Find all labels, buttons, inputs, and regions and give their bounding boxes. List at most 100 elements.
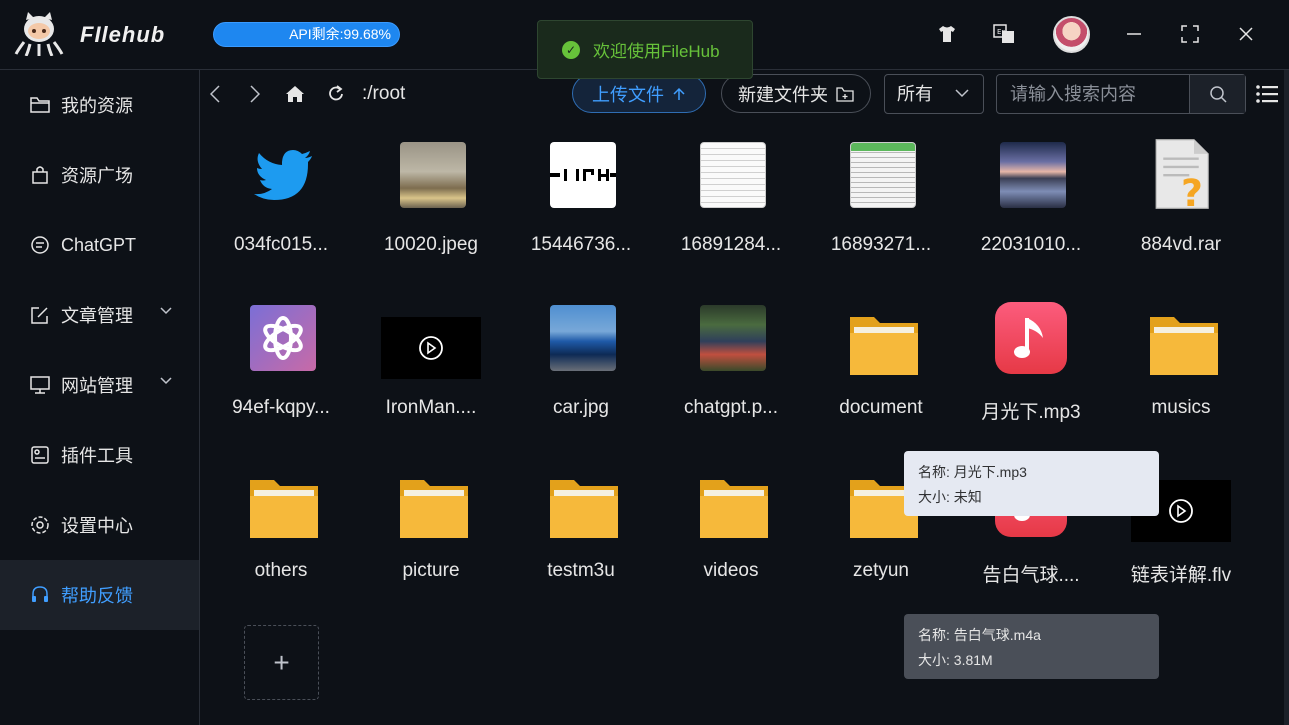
new-folder-label: 新建文件夹: [738, 84, 828, 105]
file-item[interactable]: ? 884vd.rar: [1106, 130, 1256, 290]
sidebar-item-article-management[interactable]: 文章管理: [0, 280, 199, 350]
file-info-tooltip: 名称: 月光下.mp3 大小: 未知: [904, 451, 1159, 516]
file-name: 034fc015...: [233, 234, 329, 255]
file-item[interactable]: 月光下.mp3: [956, 293, 1106, 453]
file-item[interactable]: 16891284...: [656, 130, 806, 290]
welcome-toast: ✓ 欢迎使用FileHub: [537, 20, 753, 79]
twitter-bird-icon: [254, 150, 312, 200]
chevron-down-icon: [160, 307, 172, 315]
music-note-icon: [995, 302, 1067, 374]
play-circle-icon: [419, 336, 443, 360]
forward-arrow-icon[interactable]: [243, 82, 267, 106]
sidebar-item-label: 文章管理: [61, 306, 133, 326]
minimize-icon[interactable]: [1122, 22, 1146, 46]
file-name: picture: [402, 560, 460, 581]
file-name: 22031010...: [980, 234, 1082, 255]
folder-item[interactable]: videos: [656, 456, 806, 616]
refresh-icon[interactable]: [324, 82, 348, 106]
add-file-button[interactable]: +: [244, 625, 319, 700]
folder-icon: [850, 317, 918, 375]
tooltip-name: 名称: 告白气球.m4a: [918, 627, 1041, 643]
check-circle-icon: ✓: [562, 40, 580, 59]
file-item[interactable]: 15446736...: [506, 130, 656, 290]
octocat-logo-icon: [14, 12, 64, 56]
brand-name: FIlehub: [80, 22, 166, 47]
list-view-icon[interactable]: [1255, 82, 1279, 106]
upload-arrow-icon: [673, 87, 685, 100]
file-item[interactable]: car.jpg: [506, 293, 656, 453]
home-icon[interactable]: [283, 82, 307, 106]
folder-item[interactable]: document: [806, 293, 956, 453]
file-name: 884vd.rar: [1140, 234, 1222, 255]
scrollbar[interactable]: [1284, 70, 1289, 725]
file-name: 10020.jpeg: [383, 234, 479, 255]
translate-icon[interactable]: En: [992, 22, 1016, 46]
file-name: musics: [1151, 397, 1211, 418]
gear-icon: [30, 515, 50, 535]
file-name: 15446736...: [530, 234, 632, 255]
file-item[interactable]: 94ef-kqpy...: [206, 293, 356, 453]
folder-icon: [1150, 317, 1218, 375]
file-item[interactable]: IronMan....: [356, 293, 506, 453]
file-name: 月光下.mp3: [981, 402, 1081, 423]
close-icon[interactable]: [1234, 22, 1258, 46]
folder-item[interactable]: picture: [356, 456, 506, 616]
file-name: document: [839, 397, 923, 418]
upload-file-button[interactable]: 上传文件: [572, 74, 706, 113]
sidebar-item-chatgpt[interactable]: ChatGPT: [0, 210, 199, 280]
svg-text:?: ?: [1181, 171, 1203, 213]
file-name: others: [254, 560, 308, 581]
sidebar-item-label: 设置中心: [61, 516, 133, 536]
filter-value: 所有: [897, 84, 933, 104]
back-arrow-icon[interactable]: [203, 82, 227, 106]
search-box: [996, 74, 1246, 114]
toast-message: 欢迎使用FileHub: [593, 42, 720, 61]
file-name: chatgpt.p...: [683, 397, 778, 418]
file-name: 告白气球....: [982, 565, 1080, 586]
car-photo-thumbnail: [550, 305, 616, 371]
sidebar-item-resource-plaza[interactable]: 资源广场: [0, 140, 199, 210]
folder-item[interactable]: musics: [1106, 293, 1256, 453]
file-item[interactable]: 10020.jpeg: [356, 130, 506, 290]
search-icon: [1209, 86, 1227, 103]
sidebar: 我的资源 资源广场 ChatGPT 文章管理 网站管理 插件工具 设置中心 帮助…: [0, 70, 200, 725]
chevron-down-icon: [160, 377, 172, 385]
file-item[interactable]: 034fc015...: [206, 130, 356, 290]
video-thumbnail: [381, 317, 481, 379]
sidebar-item-site-management[interactable]: 网站管理: [0, 350, 199, 420]
folder-icon: [250, 480, 318, 538]
svg-text:En: En: [997, 28, 1006, 36]
current-path: :/root: [362, 83, 406, 104]
sidebar-item-label: 帮助反馈: [61, 586, 133, 606]
sidebar-item-my-resources[interactable]: 我的资源: [0, 70, 199, 140]
search-button[interactable]: [1189, 75, 1245, 113]
user-avatar[interactable]: [1053, 16, 1090, 53]
play-circle-icon: [1169, 499, 1193, 523]
tooltip-name: 名称: 月光下.mp3: [918, 464, 1027, 480]
shirt-theme-icon[interactable]: [935, 22, 959, 46]
new-folder-button[interactable]: 新建文件夹: [721, 74, 871, 113]
bag-icon: [30, 165, 50, 185]
plugin-icon: [30, 445, 50, 465]
folder-item[interactable]: testm3u: [506, 456, 656, 616]
sidebar-item-help-feedback[interactable]: 帮助反馈: [0, 560, 199, 630]
file-item[interactable]: 22031010...: [956, 130, 1106, 290]
sidebar-item-plugin-tools[interactable]: 插件工具: [0, 420, 199, 490]
file-item[interactable]: 16893271...: [806, 130, 956, 290]
unknown-file-icon: ?: [1155, 139, 1209, 213]
sidebar-item-label: ChatGPT: [61, 234, 137, 255]
folder-icon: [30, 95, 50, 115]
sidebar-item-settings[interactable]: 设置中心: [0, 490, 199, 560]
file-name: car.jpg: [553, 397, 609, 418]
file-name: zetyun: [853, 560, 909, 581]
file-name: IronMan....: [385, 397, 477, 418]
search-input[interactable]: [997, 75, 1189, 113]
maximize-icon[interactable]: [1178, 22, 1202, 46]
folder-item[interactable]: others: [206, 456, 356, 616]
folder-icon: [700, 480, 768, 538]
desktop-screenshot-thumbnail: [700, 305, 766, 371]
file-type-filter[interactable]: 所有: [884, 74, 984, 114]
sidebar-item-label: 插件工具: [61, 446, 133, 466]
folder-icon: [400, 480, 468, 538]
file-item[interactable]: chatgpt.p...: [656, 293, 806, 453]
